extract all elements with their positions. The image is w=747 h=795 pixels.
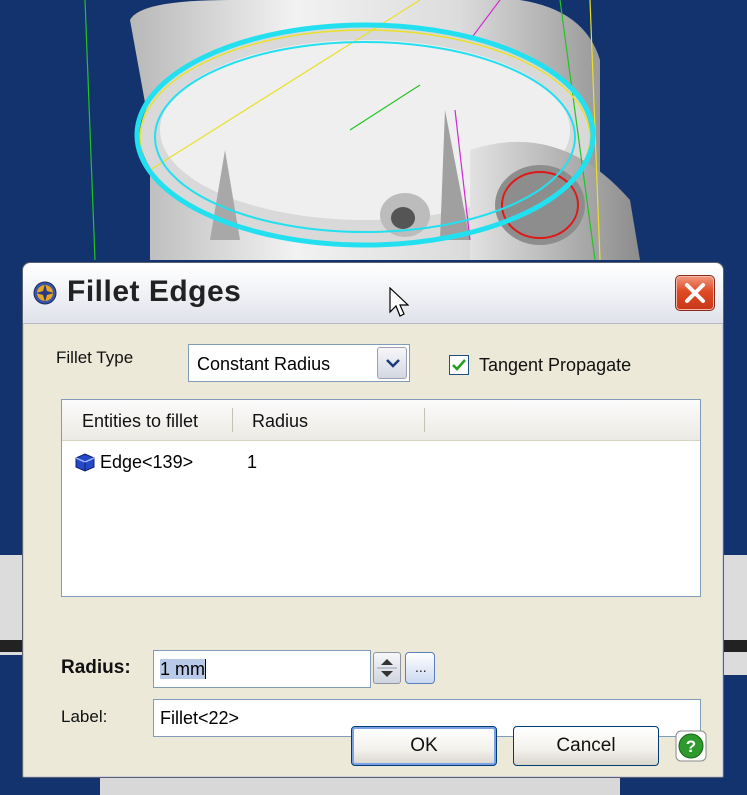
fillet-type-label: Fillet Type bbox=[56, 348, 134, 367]
tangent-propagate-checkbox[interactable] bbox=[449, 355, 469, 375]
svg-text:?: ? bbox=[686, 737, 696, 756]
close-icon bbox=[685, 283, 705, 303]
tangent-propagate-label: Tangent Propagate bbox=[479, 355, 632, 375]
ellipsis-button[interactable]: ... bbox=[405, 652, 435, 684]
dropdown-button[interactable] bbox=[377, 347, 407, 379]
list-item[interactable]: Edge<139> 1 bbox=[72, 450, 372, 476]
chevron-down-icon bbox=[386, 359, 400, 368]
label-label: Label: bbox=[61, 707, 108, 726]
column-divider[interactable] bbox=[232, 408, 233, 432]
radius-spinner[interactable] bbox=[373, 652, 401, 684]
close-button[interactable] bbox=[675, 275, 715, 311]
radius-input[interactable]: 1 mm bbox=[153, 650, 371, 688]
entities-list[interactable]: Entities to fillet Radius Edge<139> 1 bbox=[61, 399, 701, 597]
column-header-entities[interactable]: Entities to fillet bbox=[82, 411, 198, 432]
fillet-edges-dialog: Fillet Edges Fillet Type Constant Radius… bbox=[22, 262, 724, 778]
ellipsis-label: ... bbox=[415, 659, 427, 675]
cancel-button[interactable]: Cancel bbox=[513, 726, 659, 766]
fillet-type-select[interactable]: Constant Radius bbox=[188, 344, 410, 382]
checkmark-icon bbox=[452, 359, 466, 371]
fillet-type-value: Constant Radius bbox=[197, 354, 331, 374]
mouse-cursor-icon bbox=[389, 286, 410, 319]
text-caret bbox=[205, 659, 206, 679]
entity-cell: Edge<139> bbox=[100, 452, 194, 472]
compass-icon bbox=[33, 281, 57, 305]
column-divider[interactable] bbox=[424, 408, 425, 432]
radius-value: 1 mm bbox=[160, 659, 205, 679]
help-button[interactable]: ? bbox=[675, 730, 707, 762]
list-header: Entities to fillet Radius bbox=[62, 400, 700, 441]
dialog-title: Fillet Edges bbox=[67, 275, 242, 308]
edge-entity-icon bbox=[74, 452, 96, 477]
spinner-arrows-icon bbox=[377, 659, 397, 677]
label-value: Fillet<22> bbox=[160, 708, 240, 728]
radius-cell: 1 bbox=[247, 452, 258, 472]
dialog-titlebar[interactable]: Fillet Edges bbox=[23, 263, 723, 324]
radius-label: Radius: bbox=[61, 657, 131, 678]
help-icon: ? bbox=[675, 730, 707, 762]
column-header-radius[interactable]: Radius bbox=[252, 411, 308, 432]
ok-button[interactable]: OK bbox=[351, 726, 497, 766]
